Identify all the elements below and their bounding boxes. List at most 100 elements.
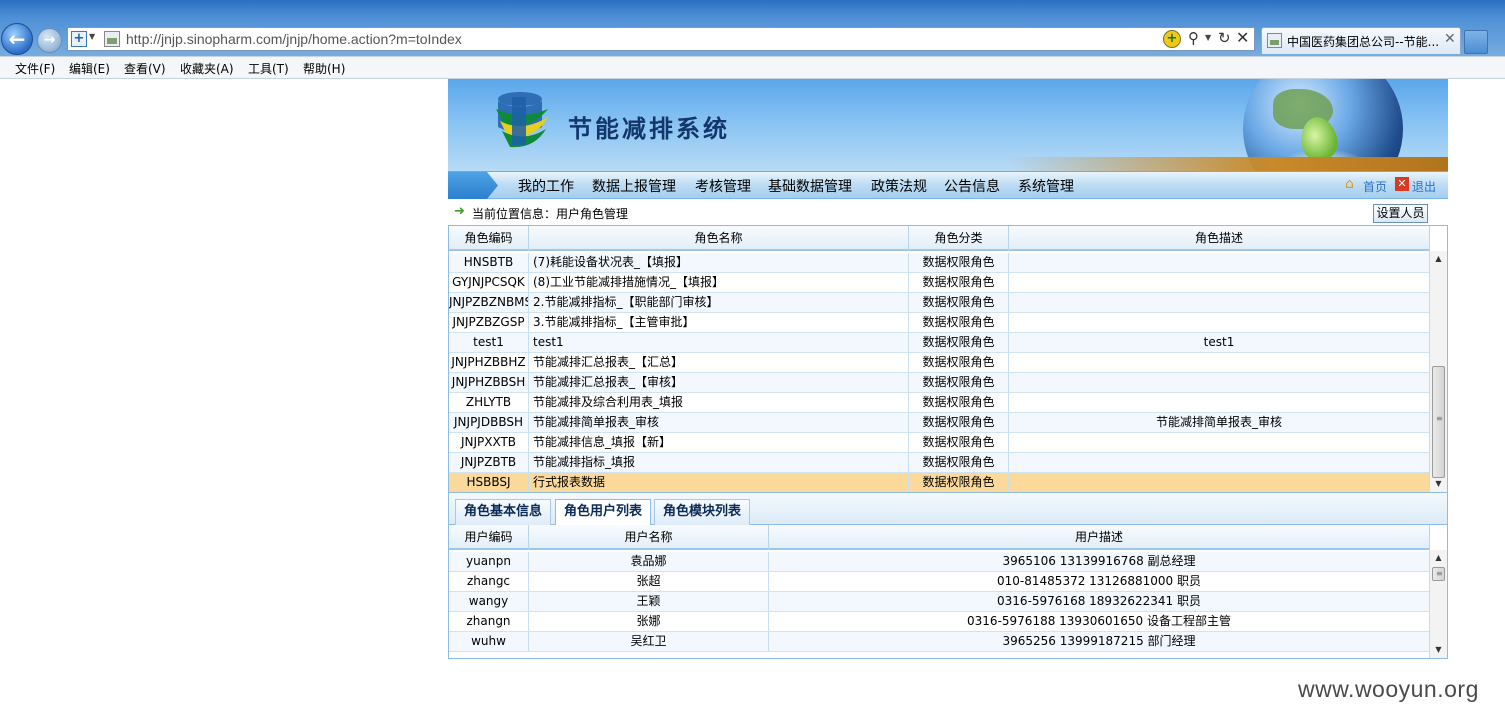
table-row[interactable]: wuhw 吴红卫 3965256 13999187215 部门经理	[449, 632, 1430, 652]
scroll-down-icon[interactable]: ▼	[1430, 476, 1447, 492]
exit-link[interactable]: 退出	[1412, 178, 1436, 195]
home-icon[interactable]: ⌂	[1345, 177, 1360, 192]
menu-favorites[interactable]: 收藏夹(A)	[180, 60, 234, 77]
role-name-cell: test1	[529, 333, 909, 352]
table-row[interactable]: JNJPZBZNBMSH2.节能减排指标_【职能部门审核】数据权限角色	[449, 293, 1430, 313]
nav-base-data[interactable]: 基础数据管理	[768, 176, 852, 196]
role-name-cell: 节能减排汇总报表_【审核】	[529, 373, 909, 392]
user-code-cell: zhangc	[449, 572, 529, 591]
table-row[interactable]: zhangn 张娜 0316-5976188 13930601650 设备工程部主管	[449, 612, 1430, 632]
nav-my-work[interactable]: 我的工作	[518, 176, 574, 196]
column-header[interactable]: 角色编码	[449, 226, 529, 251]
search-icon[interactable]: ⚲	[1188, 29, 1199, 47]
role-code-cell: JNJPXXTB	[449, 433, 529, 452]
nav-assessment[interactable]: 考核管理	[695, 176, 751, 196]
role-type-cell: 数据权限角色	[909, 273, 1009, 292]
role-code-cell: JNJPZBZNBMSH	[449, 293, 529, 312]
users-vertical-scrollbar[interactable]: ▲ ≡ ▼	[1429, 550, 1447, 658]
system-title: 节能减排系统	[568, 115, 730, 143]
close-icon[interactable]: ✕	[1444, 31, 1456, 47]
column-header[interactable]: 角色名称	[529, 226, 909, 251]
role-desc-cell	[1009, 293, 1430, 312]
tab-role-user-list[interactable]: 角色用户列表	[555, 499, 652, 526]
stop-icon[interactable]: ✕	[1236, 28, 1249, 47]
table-row[interactable]: GYJNJPCSQK (8)工业节能减排措施情况_【填报】 数据权限角色	[449, 273, 1430, 293]
role-type-cell: 数据权限角色	[909, 253, 1009, 272]
table-row[interactable]: JNJPJDBBSH 节能减排简单报表_审核 数据权限角色 节能减排简单报表_审核	[449, 413, 1430, 433]
menu-edit[interactable]: 编辑(E)	[69, 60, 110, 77]
column-header[interactable]: 用户描述	[769, 525, 1430, 550]
table-row[interactable]: ZHLYTB 节能减排及综合利用表_填报 数据权限角色	[449, 393, 1430, 413]
scroll-up-icon[interactable]: ▲	[1430, 251, 1447, 267]
table-row[interactable]: JNJPZBZGSP 3.节能减排指标_【主管审批】 数据权限角色	[449, 313, 1430, 333]
menu-tools[interactable]: 工具(T)	[248, 60, 289, 77]
browser-tab[interactable]: 中国医药集团总公司--节能... ✕	[1261, 27, 1461, 54]
table-row[interactable]: wangy 王颖 0316-5976168 18932622341 职员	[449, 592, 1430, 612]
role-desc-cell	[1009, 373, 1430, 392]
favicon-icon	[1267, 33, 1282, 48]
add-page-icon[interactable]: +	[71, 31, 87, 47]
role-type-cell: 数据权限角色	[909, 333, 1009, 352]
set-personnel-button[interactable]: 设置人员	[1373, 204, 1428, 223]
nav-policy[interactable]: 政策法规	[871, 176, 927, 196]
exit-icon[interactable]: ✕	[1395, 177, 1409, 191]
role-name-cell: 节能减排指标_填报	[529, 453, 909, 472]
nav-system[interactable]: 系统管理	[1018, 176, 1074, 196]
watermark-text: www.wooyun.org	[1298, 676, 1479, 702]
column-header[interactable]: 角色分类	[909, 226, 1009, 251]
refresh-icon[interactable]: ↻	[1218, 29, 1231, 47]
tab-role-module-list[interactable]: 角色模块列表	[654, 499, 751, 525]
back-arrow-icon[interactable]: ←	[1, 23, 33, 55]
chevron-down-icon[interactable]: ▼	[89, 32, 95, 41]
role-type-cell: 数据权限角色	[909, 313, 1009, 332]
table-row[interactable]: yuanpn 袁品娜 3965106 13139916768 副总经理	[449, 552, 1430, 572]
role-desc-cell	[1009, 273, 1430, 292]
tab-role-basic-info[interactable]: 角色基本信息	[455, 499, 552, 525]
new-tab-button[interactable]	[1464, 30, 1488, 54]
chevron-down-icon[interactable]: ▼	[1205, 33, 1211, 42]
user-desc-cell: 0316-5976188 13930601650 设备工程部主管	[769, 612, 1430, 631]
column-header[interactable]: 用户编码	[449, 525, 529, 550]
scroll-thumb[interactable]: ≡	[1432, 567, 1445, 581]
sub-tab-strip: 角色基本信息 角色用户列表 角色模块列表	[448, 493, 1448, 526]
current-location: 当前位置信息：用户角色管理	[472, 207, 629, 221]
table-row[interactable]: JNJPZBTB 节能减排指标_填报 数据权限角色	[449, 453, 1430, 473]
url-text[interactable]: http://jnjp.sinopharm.com/jnjp/home.acti…	[126, 31, 462, 47]
scroll-down-icon[interactable]: ▼	[1430, 642, 1447, 658]
role-name-cell: 节能减排信息_填报【新】	[529, 433, 909, 452]
role-desc-cell: 节能减排简单报表_审核	[1009, 413, 1430, 432]
forward-arrow-icon[interactable]: →	[37, 28, 62, 53]
table-row[interactable]: HNSBTB (7)耗能设备状况表_【填报】 数据权限角色	[449, 253, 1430, 273]
table-row[interactable]: HSBBSJ 行式报表数据 数据权限角色	[449, 473, 1430, 492]
roles-grid-header: 角色编码 角色名称 角色分类 角色描述	[449, 226, 1430, 251]
address-bar[interactable]: + ▼ http://jnjp.sinopharm.com/jnjp/home.…	[67, 27, 1255, 51]
table-row[interactable]: test1 test1 数据权限角色 test1	[449, 333, 1430, 353]
column-header[interactable]: 角色描述	[1009, 226, 1430, 251]
scroll-up-icon[interactable]: ▲	[1430, 550, 1447, 566]
roles-vertical-scrollbar[interactable]: ▲ ≡ ▼	[1429, 251, 1447, 492]
role-type-cell: 数据权限角色	[909, 353, 1009, 372]
compatibility-view-icon[interactable]: +	[1163, 30, 1181, 48]
header-banner: 节能减排系统	[448, 79, 1448, 171]
user-code-cell: wuhw	[449, 632, 529, 651]
nav-data-report[interactable]: 数据上报管理	[592, 176, 676, 196]
table-row[interactable]: JNJPHZBBSH 节能减排汇总报表_【审核】 数据权限角色	[449, 373, 1430, 393]
menu-view[interactable]: 查看(V)	[124, 60, 166, 77]
role-code-cell: JNJPHZBBSH	[449, 373, 529, 392]
role-code-cell: HSBBSJ	[449, 473, 529, 492]
column-header[interactable]: 用户名称	[529, 525, 769, 550]
role-type-cell: 数据权限角色	[909, 453, 1009, 472]
sinopharm-logo	[496, 92, 548, 148]
home-link[interactable]: 首页	[1363, 178, 1387, 195]
role-code-cell: test1	[449, 333, 529, 352]
table-row[interactable]: JNJPHZBBHZ 节能减排汇总报表_【汇总】 数据权限角色	[449, 353, 1430, 373]
menu-file[interactable]: 文件(F)	[15, 60, 55, 77]
role-code-cell: JNJPJDBBSH	[449, 413, 529, 432]
user-code-cell: wangy	[449, 592, 529, 611]
menu-help[interactable]: 帮助(H)	[303, 60, 345, 77]
table-row[interactable]: JNJPXXTB 节能减排信息_填报【新】 数据权限角色	[449, 433, 1430, 453]
user-desc-cell: 3965256 13999187215 部门经理	[769, 632, 1430, 651]
scroll-thumb[interactable]: ≡	[1432, 366, 1445, 478]
nav-announcement[interactable]: 公告信息	[944, 176, 1000, 196]
table-row[interactable]: zhangc 张超 010-81485372 13126881000 职员	[449, 572, 1430, 592]
